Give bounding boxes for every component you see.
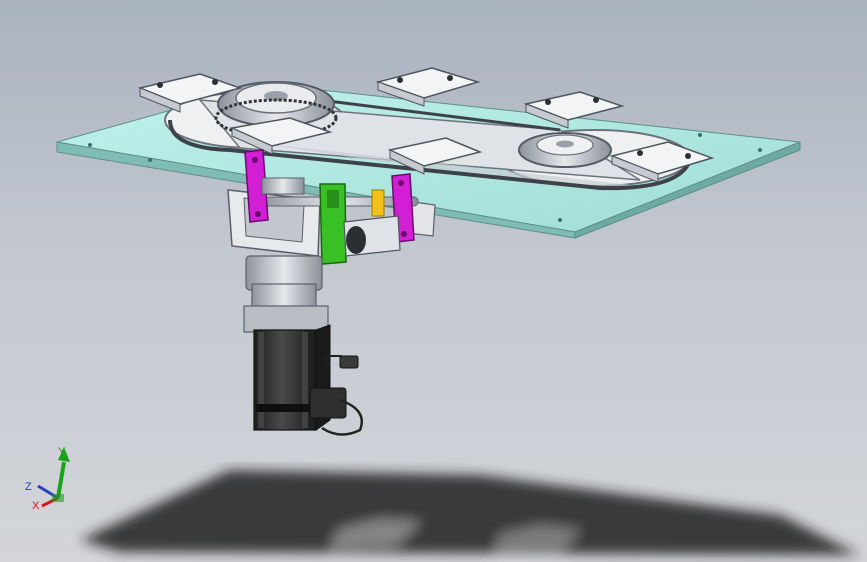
z-axis-label: Z: [25, 481, 32, 493]
x-axis-label: X: [32, 500, 40, 512]
axis-triad: Y Z X: [25, 446, 70, 512]
assembly-scene[interactable]: Y Z X: [0, 0, 867, 562]
triad-origin: [52, 494, 64, 502]
y-axis-arrow: [56, 461, 66, 499]
cad-viewport[interactable]: Y Z X: [0, 0, 867, 562]
idler-pulley[interactable]: [518, 132, 612, 168]
green-bracket[interactable]: [319, 183, 347, 265]
y-axis-label: Y: [58, 446, 66, 458]
ground-shadow: [80, 470, 860, 555]
